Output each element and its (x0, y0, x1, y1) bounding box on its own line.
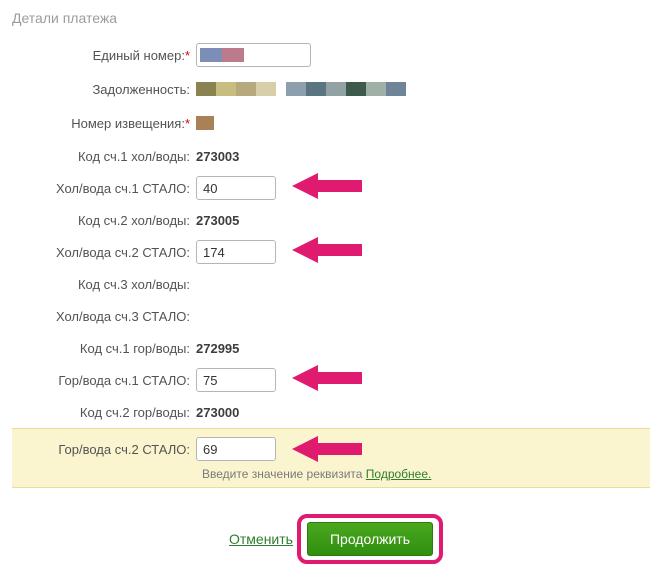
arrow-icon (292, 361, 362, 395)
value-cold2-code: 273005 (196, 213, 239, 228)
row-hot2-code: Код сч.2 гор/воды: 273000 (12, 396, 650, 428)
cold1-input[interactable] (196, 176, 276, 200)
payment-form: Единый номер:* Задолженность: Номер изве… (12, 38, 650, 488)
label-cold3-code: Код сч.3 хол/воды: (12, 277, 196, 292)
value-hot1-code: 272995 (196, 341, 239, 356)
hot2-input[interactable] (196, 437, 276, 461)
label-cold2-code: Код сч.2 хол/воды: (12, 213, 196, 228)
label-hot1-code: Код сч.1 гор/воды: (12, 341, 196, 356)
label-hot1-val: Гор/вода сч.1 СТАЛО: (12, 373, 196, 388)
row-cold1-code: Код сч.1 хол/воды: 273003 (12, 140, 650, 172)
continue-button[interactable]: Продолжить (307, 522, 433, 556)
row-hot2-val-highlight: Гор/вода сч.2 СТАЛО: Введите значение ре… (12, 428, 650, 488)
notice-redacted (196, 116, 214, 130)
row-debt: Задолженность: (12, 72, 650, 106)
row-cold2-val: Хол/вода сч.2 СТАЛО: (12, 236, 650, 268)
cold2-input[interactable] (196, 240, 276, 264)
required-mark: * (185, 116, 190, 131)
hot1-input[interactable] (196, 368, 276, 392)
label-hot2-val: Гор/вода сч.2 СТАЛО: (12, 442, 196, 457)
label-cold2-val: Хол/вода сч.2 СТАЛО: (12, 245, 196, 260)
row-cold3-val: Хол/вода сч.3 СТАЛО: (12, 300, 650, 332)
cancel-link[interactable]: Отменить (229, 531, 293, 547)
row-uid: Единый номер:* (12, 38, 650, 72)
actions: Отменить Продолжить (12, 514, 650, 564)
label-uid: Единый номер:* (12, 48, 196, 63)
row-hot1-val: Гор/вода сч.1 СТАЛО: (12, 364, 650, 396)
row-cold3-code: Код сч.3 хол/воды: (12, 268, 650, 300)
row-hot1-code: Код сч.1 гор/воды: 272995 (12, 332, 650, 364)
label-cold3-val: Хол/вода сч.3 СТАЛО: (12, 309, 196, 324)
hint-link[interactable]: Подробнее. (366, 467, 432, 481)
row-cold1-val: Хол/вода сч.1 СТАЛО: (12, 172, 650, 204)
value-hot2-code: 273000 (196, 405, 239, 420)
arrow-icon (292, 432, 362, 466)
arrow-icon (292, 233, 362, 267)
required-mark: * (185, 48, 190, 63)
label-notice: Номер извещения:* (12, 116, 196, 131)
debt-redacted (196, 82, 406, 96)
row-cold2-code: Код сч.2 хол/воды: 273005 (12, 204, 650, 236)
section-title: Детали платежа (12, 10, 650, 26)
hint: Введите значение реквизита Подробнее. (202, 467, 650, 481)
value-cold1-code: 273003 (196, 149, 239, 164)
row-notice: Номер извещения:* (12, 106, 650, 140)
arrow-icon (292, 169, 362, 203)
label-debt: Задолженность: (12, 82, 196, 97)
label-cold1-code: Код сч.1 хол/воды: (12, 149, 196, 164)
label-hot2-code: Код сч.2 гор/воды: (12, 405, 196, 420)
hint-text: Введите значение реквизита (202, 467, 366, 481)
label-cold1-val: Хол/вода сч.1 СТАЛО: (12, 181, 196, 196)
uid-redacted (200, 48, 244, 62)
row-hot2-val: Гор/вода сч.2 СТАЛО: (12, 435, 650, 463)
